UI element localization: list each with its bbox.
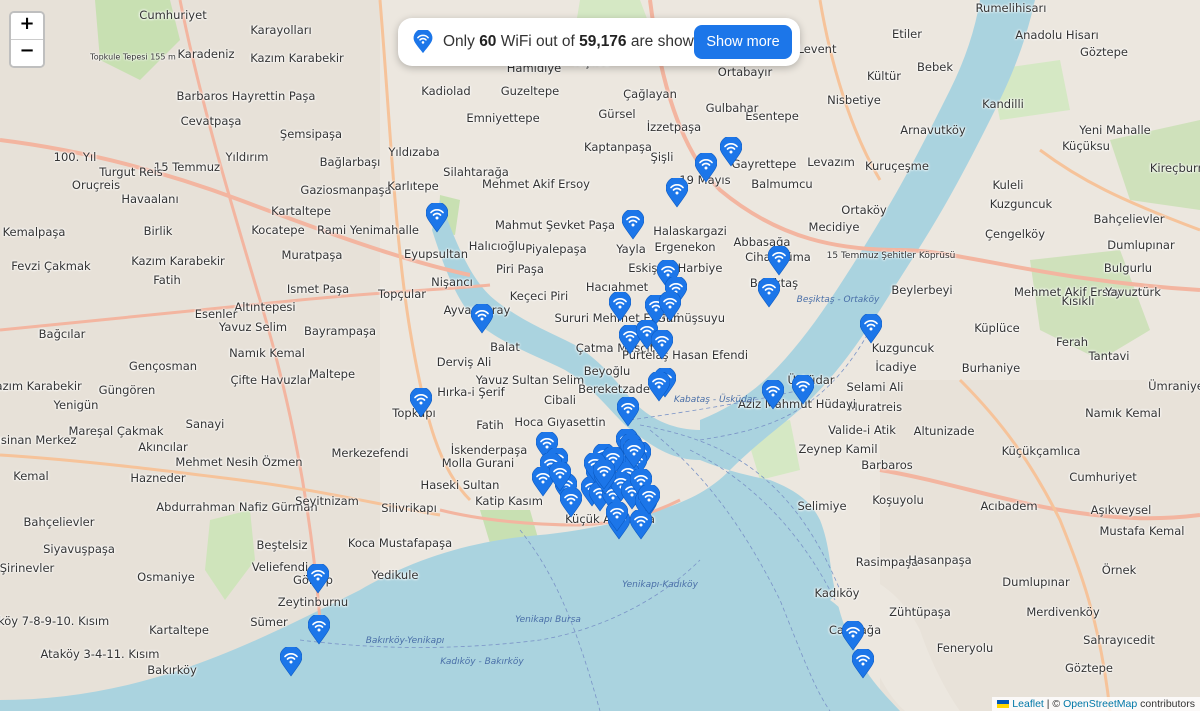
- map-attribution: Leaflet | © OpenStreetMap contributors: [992, 697, 1200, 711]
- wifi-marker[interactable]: [851, 647, 875, 679]
- wifi-marker[interactable]: [279, 645, 303, 677]
- show-more-button[interactable]: Show more: [694, 25, 792, 59]
- wifi-marker[interactable]: [608, 290, 632, 322]
- wifi-marker[interactable]: [761, 378, 785, 410]
- wifi-marker[interactable]: [767, 244, 791, 276]
- wifi-marker[interactable]: [605, 500, 629, 532]
- wifi-marker[interactable]: [592, 458, 616, 490]
- total-count: 59,176: [579, 33, 627, 50]
- wifi-pin-icon: [694, 151, 718, 183]
- wifi-pin-icon: [761, 378, 785, 410]
- shown-count: 60: [479, 33, 497, 50]
- wifi-marker[interactable]: [665, 176, 689, 208]
- banner-prefix: Only: [443, 33, 475, 50]
- wifi-marker[interactable]: [658, 290, 682, 322]
- wifi-pin-icon: [650, 328, 674, 360]
- wifi-marker[interactable]: [719, 135, 743, 167]
- wifi-pin-icon: [719, 135, 743, 167]
- wifi-pin-icon: [307, 613, 331, 645]
- banner-middle: WiFi out of: [500, 33, 575, 50]
- map-base-layer: [0, 0, 1200, 711]
- wifi-marker[interactable]: [425, 201, 449, 233]
- wifi-pin-icon: [306, 562, 330, 594]
- zoom-out-button[interactable]: −: [11, 39, 43, 66]
- wifi-marker[interactable]: [409, 386, 433, 418]
- wifi-marker[interactable]: [307, 613, 331, 645]
- wifi-pin-icon: [616, 395, 640, 427]
- wifi-marker[interactable]: [622, 437, 646, 469]
- zoom-control: + −: [9, 11, 45, 68]
- wifi-pin-icon: [470, 302, 494, 334]
- wifi-pin-icon: [658, 290, 682, 322]
- osm-link[interactable]: OpenStreetMap: [1063, 698, 1137, 710]
- wifi-pin-icon: [767, 244, 791, 276]
- wifi-pin-icon: [647, 370, 671, 402]
- wifi-marker[interactable]: [791, 373, 815, 405]
- wifi-marker[interactable]: [470, 302, 494, 334]
- wifi-pin-icon: [791, 373, 815, 405]
- wifi-marker[interactable]: [647, 370, 671, 402]
- wifi-pin-icon: [637, 483, 661, 515]
- copyright-symbol: ©: [1052, 698, 1061, 710]
- wifi-pin-icon: [279, 645, 303, 677]
- wifi-marker[interactable]: [694, 151, 718, 183]
- leaflet-link[interactable]: Leaflet: [1012, 698, 1044, 710]
- wifi-marker[interactable]: [841, 619, 865, 651]
- wifi-pin-icon: [621, 208, 645, 240]
- banner-suffix: are shown: [630, 33, 703, 50]
- wifi-marker[interactable]: [637, 483, 661, 515]
- contributors-text: contributors: [1140, 698, 1195, 710]
- wifi-pin-icon: [757, 276, 781, 308]
- zoom-in-button[interactable]: +: [11, 13, 43, 39]
- banner-message: Only 60 WiFi out of 59,176 are shown: [443, 33, 702, 51]
- wifi-pin-icon: [559, 486, 583, 518]
- wifi-pin-icon: [425, 201, 449, 233]
- wifi-marker[interactable]: [548, 460, 572, 492]
- wifi-pin-icon: [608, 290, 632, 322]
- wifi-marker[interactable]: [757, 276, 781, 308]
- wifi-pin-icon: [548, 460, 572, 492]
- wifi-count-banner: Only 60 WiFi out of 59,176 are shown Sho…: [398, 18, 800, 66]
- wifi-marker[interactable]: [616, 395, 640, 427]
- wifi-pin-icon: [622, 437, 646, 469]
- wifi-pin-icon: [841, 619, 865, 651]
- wifi-marker[interactable]: [306, 562, 330, 594]
- wifi-pin-icon: [592, 458, 616, 490]
- wifi-marker[interactable]: [859, 312, 883, 344]
- map-canvas[interactable]: Cumhuriyet Karayolları Kazım Karabekir Kara…: [0, 0, 1200, 711]
- wifi-marker[interactable]: [621, 208, 645, 240]
- wifi-pin-icon: [409, 386, 433, 418]
- wifi-pin-icon: [413, 30, 433, 54]
- attribution-separator: |: [1046, 698, 1050, 710]
- wifi-pin-icon: [665, 176, 689, 208]
- wifi-pin-icon: [859, 312, 883, 344]
- wifi-pin-icon: [605, 500, 629, 532]
- wifi-pin-icon: [851, 647, 875, 679]
- wifi-marker[interactable]: [559, 486, 583, 518]
- ukraine-flag-icon: [997, 700, 1010, 709]
- wifi-marker[interactable]: [650, 328, 674, 360]
